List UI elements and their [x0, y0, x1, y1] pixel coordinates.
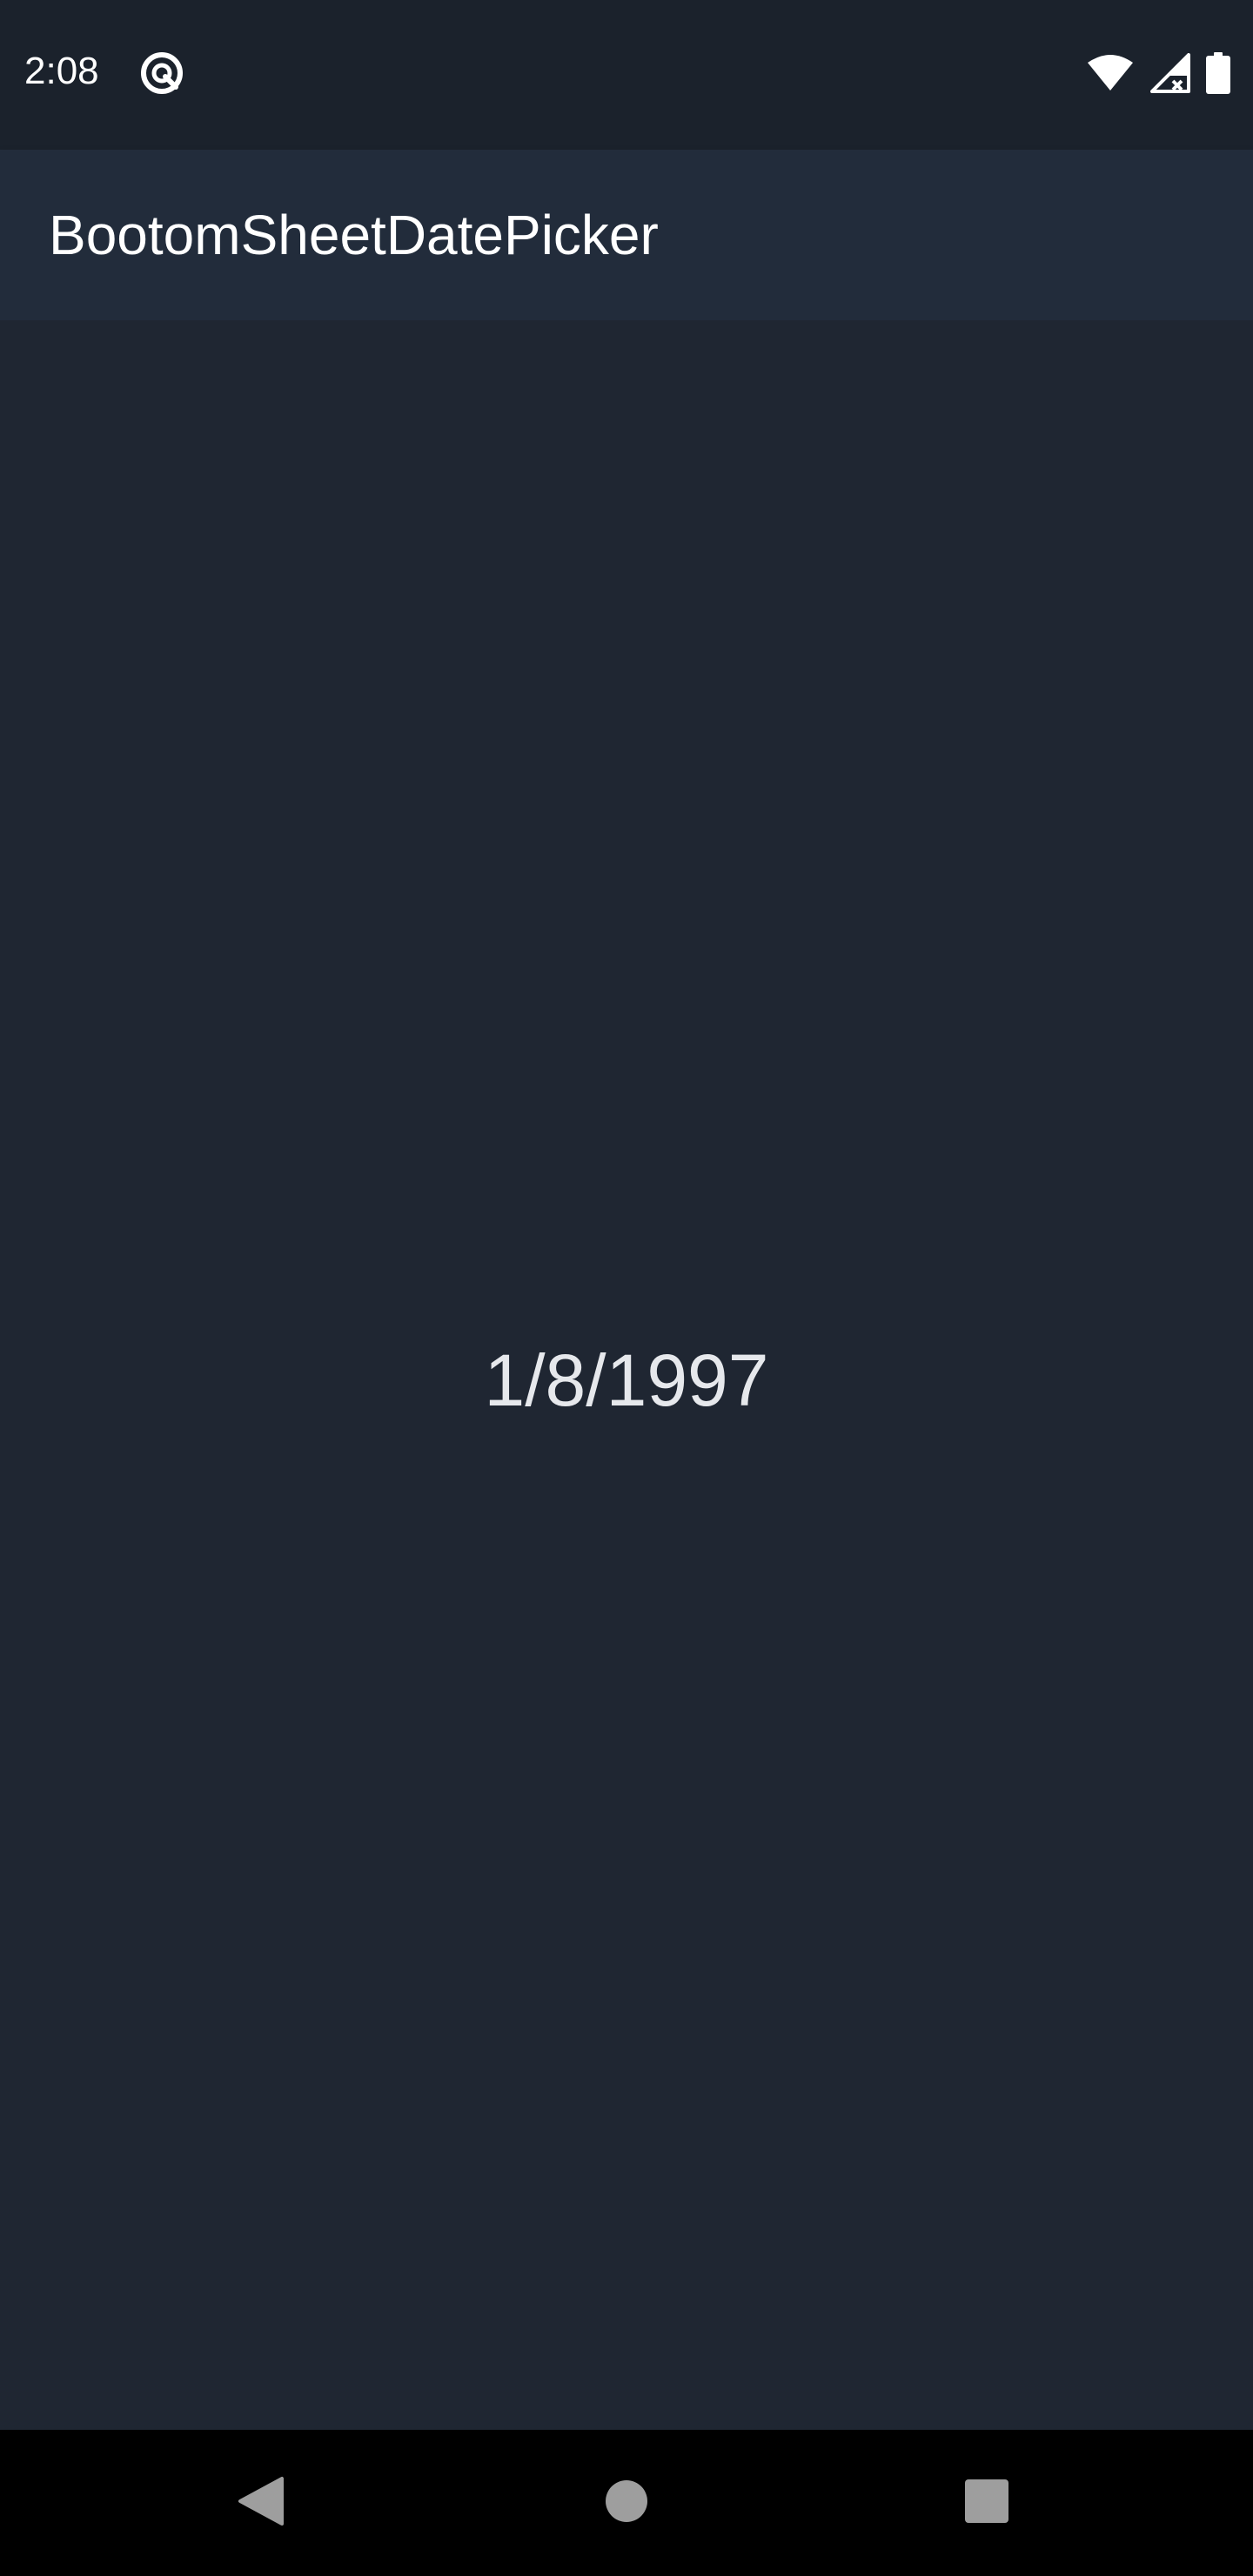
status-time: 2:08 — [24, 50, 99, 92]
wifi-icon — [1086, 54, 1135, 97]
battery-icon — [1206, 51, 1230, 98]
status-icons — [1086, 51, 1230, 98]
navigation-bar — [0, 2430, 1253, 2576]
home-button[interactable] — [553, 2430, 700, 2576]
back-icon — [237, 2475, 285, 2532]
back-button[interactable] — [188, 2430, 334, 2576]
recents-button[interactable] — [914, 2430, 1060, 2576]
screen: 2:08 BootomSheetDatePicker 1/8/1997 — [0, 0, 1253, 2576]
main-content: 1/8/1997 — [0, 320, 1253, 2430]
app-bar: BootomSheetDatePicker — [0, 150, 1253, 320]
home-icon — [604, 2479, 649, 2528]
status-bar: 2:08 — [0, 0, 1253, 150]
recents-icon — [964, 2479, 1009, 2528]
selected-date-text[interactable]: 1/8/1997 — [0, 1337, 1253, 1424]
app-notification-icon — [139, 50, 184, 96]
signal-no-sim-icon — [1150, 52, 1190, 97]
app-title: BootomSheetDatePicker — [49, 204, 659, 266]
